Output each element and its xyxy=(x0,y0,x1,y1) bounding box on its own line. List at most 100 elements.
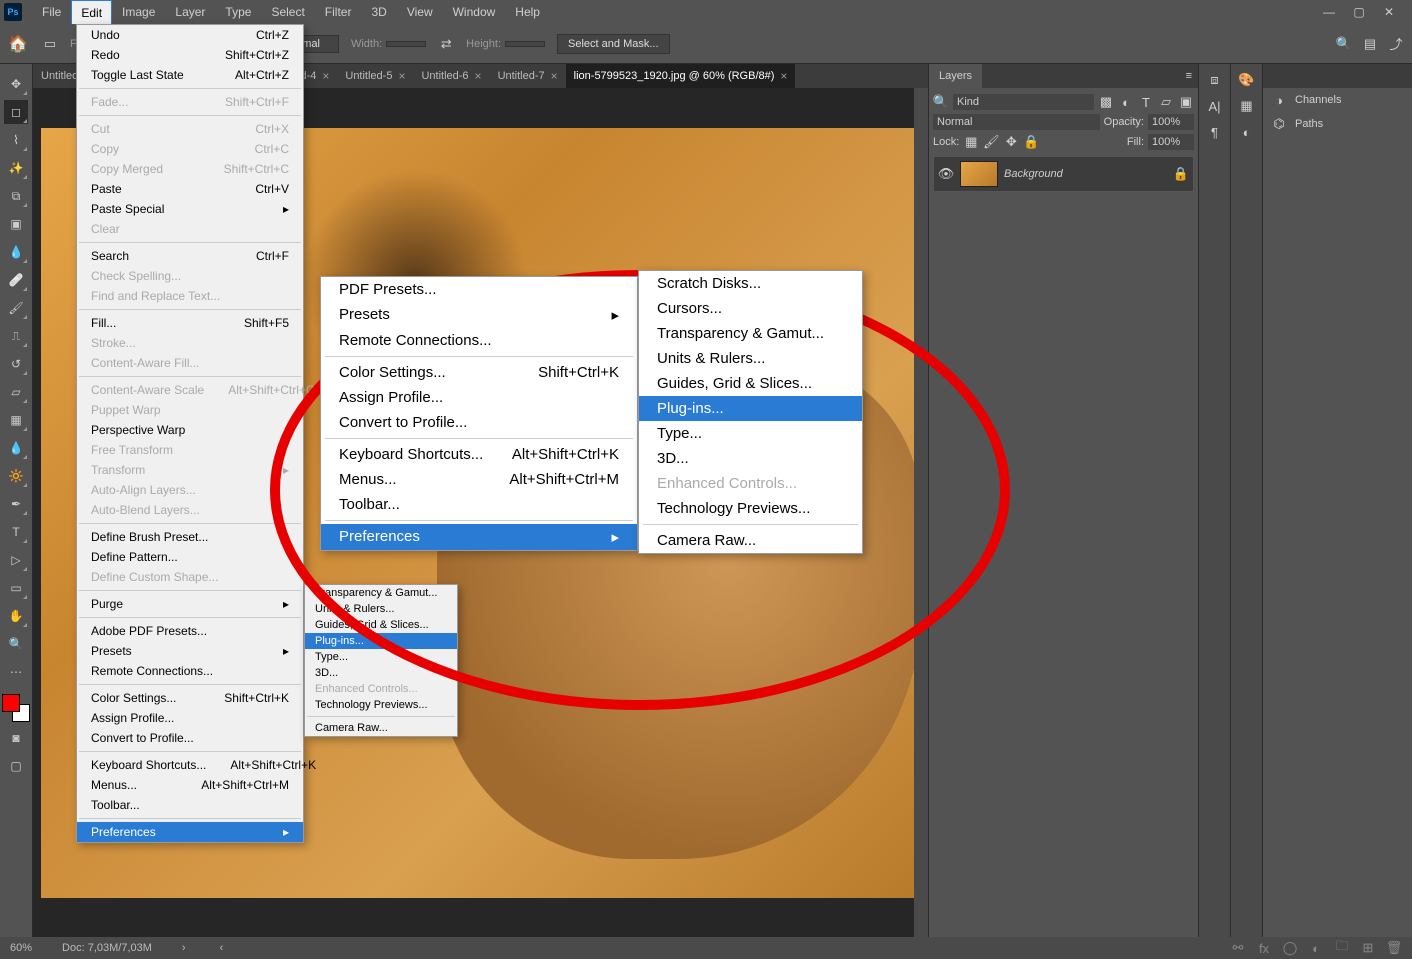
crop-tool[interactable]: ⧉ xyxy=(4,184,28,208)
minimize-button[interactable]: — xyxy=(1322,5,1336,19)
menu-item[interactable]: Keyboard Shortcuts...Alt+Shift+Ctrl+K xyxy=(77,755,303,775)
menu-3d[interactable]: 3D xyxy=(361,0,396,24)
path-select-tool[interactable]: ▷ xyxy=(4,548,28,572)
chevron-left-icon[interactable]: ‹ xyxy=(220,942,224,954)
dodge-tool[interactable]: 🔆 xyxy=(4,464,28,488)
healing-tool[interactable]: 🩹 xyxy=(4,268,28,292)
document-tab[interactable]: Untitled-7× xyxy=(490,64,566,88)
menu-item[interactable]: Color Settings...Shift+Ctrl+K xyxy=(77,688,303,708)
submenu-item[interactable]: Plug-ins... xyxy=(305,633,457,649)
menu-item[interactable]: SearchCtrl+F xyxy=(77,246,303,266)
menu-item[interactable]: RedoShift+Ctrl+Z xyxy=(77,45,303,65)
height-input[interactable] xyxy=(505,41,545,47)
menu-image[interactable]: Image xyxy=(112,0,165,24)
color-icon[interactable]: 🎨 xyxy=(1239,72,1255,88)
color-swatches[interactable] xyxy=(2,694,30,722)
trash-icon[interactable]: 🗑 xyxy=(1386,940,1402,956)
paths-item[interactable]: ⌬Paths xyxy=(1263,112,1412,136)
history-brush-tool[interactable]: ↺ xyxy=(4,352,28,376)
pen-tool[interactable]: ✒ xyxy=(4,492,28,516)
properties-icon[interactable]: ⧈ xyxy=(1207,72,1223,88)
filter-adjust-icon[interactable]: ◐ xyxy=(1118,94,1134,110)
menu-item[interactable]: Adobe PDF Presets... xyxy=(77,621,303,641)
menu-item[interactable]: Assign Profile... xyxy=(77,708,303,728)
menu-item-zoom[interactable]: Keyboard Shortcuts...Alt+Shift+Ctrl+K xyxy=(321,442,637,467)
eyedropper-tool[interactable]: 💧 xyxy=(4,240,28,264)
filter-shape-icon[interactable]: ▱ xyxy=(1158,94,1174,110)
adjustment-layer-icon[interactable]: ◐ xyxy=(1308,940,1324,956)
zoom-level[interactable]: 60% xyxy=(10,942,32,954)
menu-item-zoom[interactable]: Preferences▸ xyxy=(321,524,637,550)
lasso-tool[interactable]: ⌇ xyxy=(4,128,28,152)
lock-paint-icon[interactable]: 🖌 xyxy=(983,134,999,150)
new-layer-icon[interactable]: ⊞ xyxy=(1360,940,1376,956)
blur-tool[interactable]: 💧 xyxy=(4,436,28,460)
layers-tab[interactable]: Layers xyxy=(929,64,982,88)
share-icon[interactable]: ⤴ xyxy=(1388,36,1404,52)
select-and-mask-button[interactable]: Select and Mask... xyxy=(557,34,670,54)
menu-item[interactable]: Menus...Alt+Shift+Ctrl+M xyxy=(77,775,303,795)
menu-item[interactable]: Toggle Last StateAlt+Ctrl+Z xyxy=(77,65,303,85)
submenu-item-zoom[interactable]: Camera Raw... xyxy=(639,528,862,553)
close-tab-icon[interactable]: × xyxy=(322,69,329,83)
submenu-item[interactable]: Type... xyxy=(305,649,457,665)
menu-type[interactable]: Type xyxy=(215,0,261,24)
menu-item[interactable]: Preferences▸ xyxy=(77,822,303,842)
home-icon[interactable]: 🏠 xyxy=(6,32,30,56)
menu-window[interactable]: Window xyxy=(443,0,506,24)
fill-value[interactable]: 100% xyxy=(1148,134,1194,150)
menu-view[interactable]: View xyxy=(397,0,443,24)
move-tool[interactable]: ✥ xyxy=(4,72,28,96)
shape-tool[interactable]: ▭ xyxy=(4,576,28,600)
document-tab[interactable]: Untitled-5× xyxy=(337,64,413,88)
menu-item[interactable]: UndoCtrl+Z xyxy=(77,25,303,45)
width-input[interactable] xyxy=(386,41,426,47)
submenu-item[interactable]: Units & Rulers... xyxy=(305,601,457,617)
marquee-tool[interactable]: ◻ xyxy=(4,100,28,124)
menu-select[interactable]: Select xyxy=(261,0,314,24)
menu-item[interactable]: Define Pattern... xyxy=(77,547,303,567)
swap-icon[interactable]: ⇄ xyxy=(438,36,454,52)
link-layers-icon[interactable]: ⚯ xyxy=(1230,940,1246,956)
menu-layer[interactable]: Layer xyxy=(165,0,215,24)
menu-item[interactable]: Purge▸ xyxy=(77,594,303,614)
panel-menu-icon[interactable]: ≡ xyxy=(1186,70,1198,82)
submenu-item-zoom[interactable]: Cursors... xyxy=(639,296,862,321)
eraser-tool[interactable]: ▱ xyxy=(4,380,28,404)
menu-item[interactable]: Fill...Shift+F5 xyxy=(77,313,303,333)
search-icon[interactable]: 🔍 xyxy=(1336,36,1352,52)
menu-item-zoom[interactable]: Remote Connections... xyxy=(321,328,637,353)
adjustments-icon[interactable]: ◐ xyxy=(1239,124,1255,140)
submenu-item[interactable]: 3D... xyxy=(305,665,457,681)
mask-icon[interactable]: ◯ xyxy=(1282,940,1298,956)
swatches-icon[interactable]: ▦ xyxy=(1239,98,1255,114)
foreground-color[interactable] xyxy=(2,694,20,712)
submenu-item[interactable]: Transparency & Gamut... xyxy=(305,585,457,601)
submenu-item-zoom[interactable]: Type... xyxy=(639,421,862,446)
menu-filter[interactable]: Filter xyxy=(315,0,362,24)
submenu-item[interactable]: Camera Raw... xyxy=(305,720,457,736)
menu-item[interactable]: PasteCtrl+V xyxy=(77,179,303,199)
submenu-item-zoom[interactable]: 3D... xyxy=(639,446,862,471)
menu-item[interactable]: Perspective Warp xyxy=(77,420,303,440)
menu-file[interactable]: File xyxy=(32,0,71,24)
edit-toolbar[interactable]: ⋯ xyxy=(4,660,28,684)
workspace-icon[interactable]: ▤ xyxy=(1362,36,1378,52)
channels-item[interactable]: ◑Channels xyxy=(1263,88,1412,112)
menu-item[interactable]: Remote Connections... xyxy=(77,661,303,681)
brush-tool[interactable]: 🖌 xyxy=(4,296,28,320)
menu-item-zoom[interactable]: Presets▸ xyxy=(321,302,637,328)
submenu-item-zoom[interactable]: Units & Rulers... xyxy=(639,346,862,371)
opacity-value[interactable]: 100% xyxy=(1148,114,1194,130)
lock-all-icon[interactable]: 🔒 xyxy=(1023,134,1039,150)
menu-item-zoom[interactable]: Menus...Alt+Shift+Ctrl+M xyxy=(321,467,637,492)
blend-mode-select[interactable]: Normal xyxy=(933,114,1100,130)
screen-mode-icon[interactable]: ▢ xyxy=(4,754,28,778)
menu-item-zoom[interactable]: Assign Profile... xyxy=(321,385,637,410)
submenu-item-zoom[interactable]: Plug-ins... xyxy=(639,396,862,421)
menu-edit[interactable]: Edit xyxy=(71,0,112,24)
menu-item[interactable]: Define Brush Preset... xyxy=(77,527,303,547)
menu-item[interactable]: Paste Special▸ xyxy=(77,199,303,219)
menu-item-zoom[interactable]: Convert to Profile... xyxy=(321,410,637,435)
close-tab-icon[interactable]: × xyxy=(780,69,787,83)
